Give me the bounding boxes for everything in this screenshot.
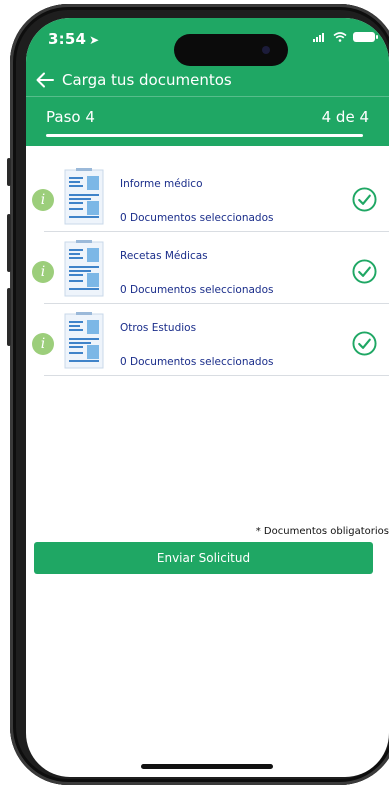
volume-down-button — [7, 288, 11, 346]
page-title: Carga tus documentos — [62, 71, 232, 89]
header-divider — [26, 96, 389, 97]
check-circle-icon — [352, 259, 377, 284]
document-title: Otros Estudios — [120, 322, 197, 334]
document-status: 0 Documentos seleccionados — [120, 356, 274, 368]
list-item[interactable]: i Informe médico 0 Documentos selecciona… — [26, 160, 389, 232]
mute-switch — [7, 158, 11, 186]
wifi-icon — [333, 32, 347, 42]
document-title: Informe médico — [120, 178, 203, 190]
signal-icon — [313, 32, 327, 42]
status-icons — [313, 32, 378, 42]
app-header: 3:54 ➤ Carga tus documentos Paso 4 4 de … — [26, 18, 389, 146]
document-list: i Informe médico 0 Documentos selecciona… — [26, 160, 389, 376]
list-item[interactable]: i Recetas Médicas 0 Documentos seleccion… — [26, 232, 389, 304]
status-time: 3:54 ➤ — [48, 30, 99, 48]
info-icon[interactable]: i — [32, 189, 54, 211]
document-thumbnail-icon — [64, 312, 104, 369]
location-arrow-icon: ➤ — [89, 33, 100, 47]
document-status: 0 Documentos seleccionados — [120, 212, 274, 224]
back-arrow-icon[interactable] — [36, 70, 58, 90]
nav-bar: Carga tus documentos — [36, 68, 379, 92]
step-count: 4 de 4 — [321, 108, 369, 126]
row-divider — [44, 375, 389, 376]
info-icon[interactable]: i — [32, 261, 54, 283]
step-indicator: Paso 4 4 de 4 — [46, 108, 369, 128]
required-note: * Documentos obligatorios — [255, 526, 389, 537]
info-icon[interactable]: i — [32, 333, 54, 355]
dynamic-island — [174, 34, 288, 66]
document-thumbnail-icon — [64, 240, 104, 297]
check-circle-icon — [352, 187, 377, 212]
battery-icon — [353, 32, 378, 42]
submit-button[interactable]: Enviar Solicitud — [34, 542, 373, 574]
status-time-text: 3:54 — [48, 30, 87, 48]
screen: 3:54 ➤ Carga tus documentos Paso 4 4 de … — [26, 18, 389, 777]
home-indicator[interactable] — [141, 764, 273, 769]
list-item[interactable]: i Otros Estudios 0 Documentos selecciona… — [26, 304, 389, 376]
check-circle-icon — [352, 331, 377, 356]
progress-bar — [46, 134, 363, 137]
document-thumbnail-icon — [64, 168, 104, 225]
document-title: Recetas Médicas — [120, 250, 208, 262]
camera-icon — [262, 46, 270, 54]
step-label: Paso 4 — [46, 108, 95, 126]
document-status: 0 Documentos seleccionados — [120, 284, 274, 296]
volume-up-button — [7, 214, 11, 272]
